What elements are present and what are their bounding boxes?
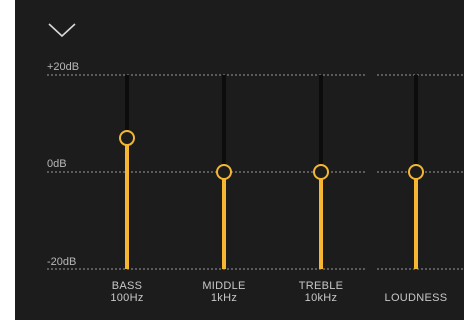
db-min-label: -20dB bbox=[47, 256, 77, 268]
band-frequency: 10kHz bbox=[304, 292, 338, 304]
db-max-label: +20dB bbox=[47, 61, 80, 73]
equalizer-panel: +20dB 0dB -20dB BASS 100Hz MIDDLE 1kHz T… bbox=[15, 0, 464, 320]
band-frequency: 1kHz bbox=[210, 292, 238, 304]
loudness-slider[interactable] bbox=[400, 70, 432, 270]
band-frequency: 100Hz bbox=[110, 292, 144, 304]
treble-slider[interactable] bbox=[305, 70, 337, 270]
band-name: MIDDLE bbox=[202, 280, 246, 292]
band-name: TREBLE bbox=[298, 280, 344, 292]
band-label-loudness: LOUDNESS bbox=[376, 292, 456, 304]
middle-slider[interactable] bbox=[208, 70, 240, 270]
bass-slider[interactable] bbox=[111, 70, 143, 270]
band-name: LOUDNESS bbox=[384, 292, 448, 304]
band-label-treble: TREBLE 10kHz bbox=[281, 280, 361, 304]
band-label-bass: BASS 100Hz bbox=[87, 280, 167, 304]
db-zero-label: 0dB bbox=[47, 158, 67, 170]
band-name: BASS bbox=[111, 280, 143, 292]
band-label-middle: MIDDLE 1kHz bbox=[184, 280, 264, 304]
